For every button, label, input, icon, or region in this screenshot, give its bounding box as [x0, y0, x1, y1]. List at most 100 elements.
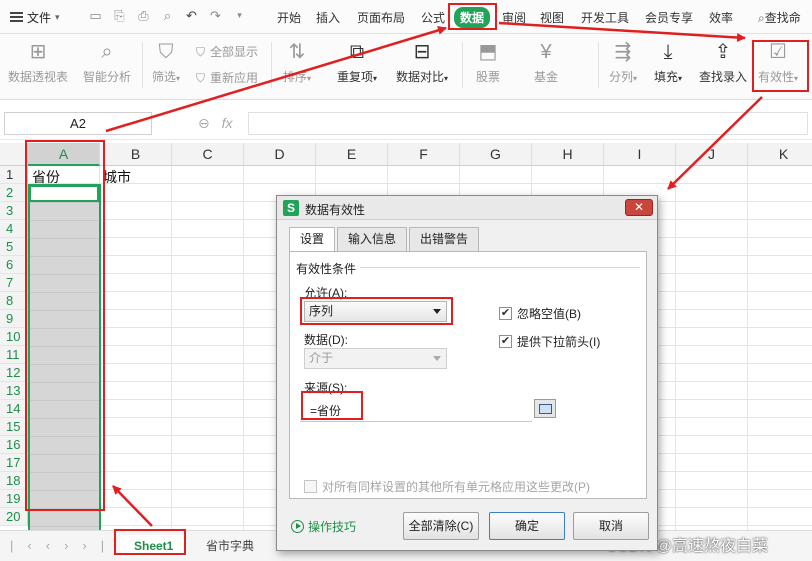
- column-header-c[interactable]: C: [172, 143, 244, 166]
- row-header-11[interactable]: 11: [0, 346, 28, 364]
- annotation-box-allow: [300, 297, 453, 325]
- pivot-table-button[interactable]: ⊞ 数据透视表: [8, 40, 68, 85]
- tab-developer[interactable]: 开发工具: [581, 9, 629, 26]
- dialog-title-bar[interactable]: S 数据有效性 ✕: [277, 196, 657, 220]
- row-header-18[interactable]: 18: [0, 472, 28, 490]
- column-header-h[interactable]: H: [532, 143, 604, 166]
- print-preview-icon[interactable]: ⌕: [160, 8, 175, 23]
- row-header-7[interactable]: 7: [0, 274, 28, 292]
- range-select-button[interactable]: [534, 399, 556, 418]
- data-compare-label: 数据对比: [396, 70, 445, 84]
- row-header-3[interactable]: 3: [0, 202, 28, 220]
- prev-sheet-icon[interactable]: ‹: [46, 538, 64, 553]
- row-header-10[interactable]: 10: [0, 328, 28, 346]
- split-column-button[interactable]: ⇶ 分列▾: [609, 40, 637, 85]
- filter-button[interactable]: ⛉ 筛选▾: [152, 40, 180, 85]
- duplicates-label: 重复项: [337, 70, 374, 84]
- cell-b1[interactable]: 城市: [103, 167, 131, 187]
- column-header-b[interactable]: B: [100, 143, 172, 166]
- reapply-button[interactable]: ⛉ 重新应用: [196, 69, 258, 86]
- chevron-down-icon: ▾: [633, 74, 638, 83]
- column-header-k[interactable]: K: [748, 143, 812, 166]
- data-compare-button[interactable]: ⊟ 数据对比▾: [396, 40, 448, 85]
- column-header-d[interactable]: D: [244, 143, 316, 166]
- column-header-i[interactable]: I: [604, 143, 676, 166]
- row-header-9[interactable]: 9: [0, 310, 28, 328]
- column-header-e[interactable]: E: [316, 143, 388, 166]
- column-header-j[interactable]: J: [676, 143, 748, 166]
- row-header-20[interactable]: 20: [0, 508, 28, 526]
- fill-label: 填充: [654, 70, 679, 84]
- column-header-g[interactable]: G: [460, 143, 532, 166]
- row-header-17[interactable]: 17: [0, 454, 28, 472]
- tab-efficiency[interactable]: 效率: [709, 9, 733, 26]
- ok-button[interactable]: 确定: [489, 512, 565, 540]
- show-all-button[interactable]: ⛉ 全部显示: [196, 43, 258, 60]
- formula-input[interactable]: [248, 112, 808, 135]
- name-box[interactable]: A2: [4, 112, 152, 135]
- tips-link[interactable]: 操作技巧: [291, 518, 356, 535]
- row-header-5[interactable]: 5: [0, 238, 28, 256]
- split-column-icon: ⇶: [614, 41, 632, 63]
- next-sheet-icon[interactable]: ›: [64, 538, 82, 553]
- lookup-entry-button[interactable]: ⇪ 查找录入: [699, 40, 747, 85]
- row-header-8[interactable]: 8: [0, 292, 28, 310]
- lookup-entry-icon: ⇪: [714, 41, 732, 63]
- fund-button[interactable]: ¥ 基金: [534, 40, 558, 85]
- ignore-blank-checkbox[interactable]: ✔ 忽略空值(B): [499, 305, 581, 322]
- fx-icon[interactable]: fx: [222, 115, 233, 131]
- tab-input-message[interactable]: 输入信息: [337, 227, 408, 251]
- tab-error-alert[interactable]: 出错警告: [409, 227, 480, 251]
- row-header-1[interactable]: 1: [0, 166, 28, 184]
- row-header-4[interactable]: 4: [0, 220, 28, 238]
- redo-icon[interactable]: ↷: [208, 8, 223, 23]
- zoom-icon[interactable]: ⊖: [198, 115, 210, 131]
- in-cell-dropdown-checkbox[interactable]: ✔ 提供下拉箭头(I): [499, 333, 600, 350]
- ignore-blank-label: 忽略空值(B): [517, 307, 581, 321]
- file-menu[interactable]: 文件 ▾: [6, 6, 64, 28]
- row-header-16[interactable]: 16: [0, 436, 28, 454]
- tab-formulas[interactable]: 公式: [421, 9, 445, 26]
- row-header-12[interactable]: 12: [0, 364, 28, 382]
- last-sheet-icon[interactable]: ›|: [82, 538, 118, 553]
- export-icon[interactable]: ⎘: [112, 8, 127, 23]
- annotation-box-column-a: [25, 140, 105, 511]
- sort-button[interactable]: ⇅ 排序▾: [283, 40, 311, 85]
- print-icon[interactable]: ⎙: [136, 8, 151, 23]
- row-header-6[interactable]: 6: [0, 256, 28, 274]
- cancel-button[interactable]: 取消: [573, 512, 649, 540]
- ribbon-divider: [598, 42, 599, 88]
- clear-all-button[interactable]: 全部清除(C): [403, 512, 479, 540]
- row-header-2[interactable]: 2: [0, 184, 28, 202]
- play-circle-icon: [291, 520, 304, 533]
- tab-review[interactable]: 审阅: [502, 9, 526, 26]
- search-command[interactable]: ⌕查找命: [758, 9, 801, 26]
- smart-analysis-button[interactable]: ⌕ 智能分析: [83, 40, 131, 85]
- chevron-down-icon[interactable]: ▾: [232, 8, 247, 23]
- close-button[interactable]: ✕: [625, 199, 653, 216]
- row-header-13[interactable]: 13: [0, 382, 28, 400]
- section-divider: [360, 267, 640, 268]
- save-icon[interactable]: ▭: [88, 8, 103, 23]
- select-all-corner[interactable]: [0, 143, 28, 166]
- sheet-tab-province-city-dictionary[interactable]: 省市字典: [192, 535, 268, 557]
- fill-button[interactable]: ⤓ 填充▾: [654, 40, 682, 85]
- duplicates-button[interactable]: ⧉ 重复项▾: [337, 40, 377, 85]
- row-header-19[interactable]: 19: [0, 490, 28, 508]
- first-sheet-icon[interactable]: |‹: [10, 538, 46, 553]
- tab-insert[interactable]: 插入: [316, 9, 340, 26]
- tab-member[interactable]: 会员专享: [645, 9, 693, 26]
- sheet-navigation[interactable]: |‹‹››|: [10, 538, 118, 553]
- stock-button[interactable]: ⬒ 股票: [476, 40, 500, 85]
- reapply-icon: ⛉: [196, 71, 206, 85]
- column-header-f[interactable]: F: [388, 143, 460, 166]
- undo-icon[interactable]: ↶: [184, 8, 199, 23]
- data-compare-icon: ⊟: [413, 41, 431, 63]
- row-header-14[interactable]: 14: [0, 400, 28, 418]
- tab-view[interactable]: 视图: [540, 9, 564, 26]
- tab-page-layout[interactable]: 页面布局: [357, 9, 405, 26]
- row-header-15[interactable]: 15: [0, 418, 28, 436]
- tab-home[interactable]: 开始: [277, 9, 301, 26]
- tab-settings[interactable]: 设置: [289, 227, 336, 252]
- ribbon-divider: [271, 42, 272, 88]
